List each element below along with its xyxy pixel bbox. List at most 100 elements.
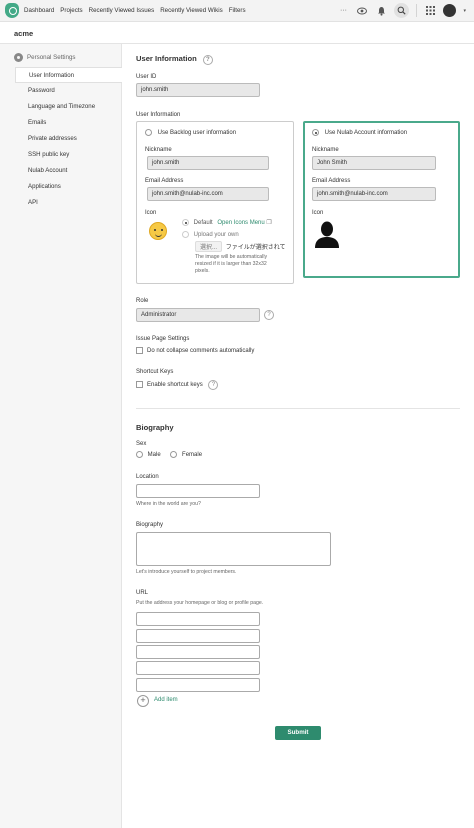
sidebar-item-ssh-key[interactable]: SSH public key bbox=[15, 147, 122, 163]
more-icon[interactable]: ··· bbox=[337, 4, 349, 18]
issue-page-settings-label: Issue Page Settings bbox=[136, 336, 190, 342]
upload-own-radio[interactable] bbox=[182, 231, 189, 238]
backlog-nickname-label: Nickname bbox=[145, 147, 172, 153]
settings-sidebar: Personal Settings User Information Passw… bbox=[0, 44, 122, 828]
backlog-icon-label: Icon bbox=[145, 210, 157, 216]
default-icon-option[interactable]: Default Open Icons Menu ❐ bbox=[182, 219, 272, 226]
resize-note-line-3: pixels. bbox=[195, 268, 210, 274]
enable-shortcut-option[interactable]: Enable shortcut keys ? bbox=[136, 380, 219, 390]
space-header: acme bbox=[0, 22, 474, 44]
submit-button[interactable]: Submit bbox=[275, 726, 321, 740]
role-help-icon[interactable]: ? bbox=[264, 310, 274, 320]
biography-hint: Let's introduce yourself to project memb… bbox=[136, 569, 237, 575]
sidebar-item-password[interactable]: Password bbox=[15, 83, 122, 99]
sidebar-item-user-information[interactable]: User Information bbox=[15, 67, 122, 83]
backlog-nickname-field: john.smith bbox=[147, 156, 269, 170]
role-field: Administrator bbox=[136, 308, 260, 322]
sidebar-heading-label: Personal Settings bbox=[27, 54, 76, 61]
nulab-option-label: Use Nulab Account information bbox=[324, 130, 408, 137]
add-item-link[interactable]: Add item bbox=[154, 697, 178, 703]
location-input[interactable] bbox=[136, 484, 260, 498]
male-radio[interactable] bbox=[136, 451, 143, 458]
topbar-divider bbox=[416, 4, 418, 17]
nav-dashboard[interactable]: Dashboard bbox=[24, 7, 54, 14]
url-input-3[interactable] bbox=[136, 645, 260, 659]
watch-icon[interactable] bbox=[356, 4, 368, 18]
nulab-option[interactable]: Use Nulab Account information bbox=[312, 129, 407, 136]
main-nav: Dashboard Projects Recently Viewed Issue… bbox=[24, 7, 246, 14]
sidebar-item-applications[interactable]: Applications bbox=[15, 179, 122, 195]
default-icon-radio[interactable] bbox=[182, 219, 189, 226]
sidebar-item-nulab-account[interactable]: Nulab Account bbox=[15, 163, 122, 179]
url-input-1[interactable] bbox=[136, 612, 260, 626]
male-label: Male bbox=[147, 452, 161, 459]
shortcut-help-icon[interactable]: ? bbox=[208, 380, 219, 390]
chevron-down-icon[interactable]: ▾ bbox=[463, 8, 466, 14]
no-collapse-checkbox[interactable] bbox=[136, 347, 143, 354]
backlog-logo-icon[interactable] bbox=[5, 3, 19, 18]
no-collapse-label: Do not collapse comments automatically bbox=[147, 348, 255, 355]
sidebar-list: User Information Password Language and T… bbox=[15, 67, 122, 211]
sidebar-item-emails[interactable]: Emails bbox=[15, 115, 122, 131]
no-file-text: ファイルが選択されて bbox=[225, 245, 286, 251]
biography-textarea[interactable] bbox=[136, 532, 331, 566]
nav-filters[interactable]: Filters bbox=[229, 7, 246, 14]
plus-icon[interactable]: + bbox=[137, 695, 149, 707]
no-collapse-option[interactable]: Do not collapse comments automatically bbox=[136, 347, 254, 354]
backlog-option-radio[interactable] bbox=[145, 129, 152, 136]
page-title: User Information ? bbox=[136, 54, 213, 65]
resize-note-line-1: The image will be automatically bbox=[195, 254, 268, 260]
url-input-5[interactable] bbox=[136, 678, 260, 692]
choose-file-button[interactable]: 選択... bbox=[195, 241, 223, 252]
nulab-nickname-label: Nickname bbox=[312, 147, 339, 153]
nav-projects[interactable]: Projects bbox=[60, 7, 82, 14]
backlog-info-card[interactable]: Use Backlog user information Nickname jo… bbox=[136, 121, 294, 284]
sex-label: Sex bbox=[136, 441, 147, 447]
upload-own-label: Upload your own bbox=[193, 232, 239, 239]
nulab-email-field: john.smith@nulab-inc.com bbox=[312, 187, 436, 201]
file-chooser[interactable]: 選択... ファイルが選択されて bbox=[195, 241, 286, 252]
sidebar-item-language-timezone[interactable]: Language and Timezone bbox=[15, 99, 122, 115]
avatar-icon[interactable] bbox=[443, 4, 457, 17]
nulab-icon-label: Icon bbox=[312, 210, 324, 216]
sidebar-heading: Personal Settings bbox=[14, 53, 76, 62]
female-label: Female bbox=[182, 452, 203, 459]
topbar-actions: ··· ▾ bbox=[337, 3, 466, 18]
location-label: Location bbox=[136, 474, 159, 480]
enable-shortcut-checkbox[interactable] bbox=[136, 380, 143, 388]
resize-note-line-2: resized if it is larger than 32x32 bbox=[195, 261, 267, 267]
help-icon[interactable]: ? bbox=[202, 55, 213, 65]
bell-icon[interactable] bbox=[375, 4, 387, 18]
female-radio[interactable] bbox=[170, 451, 178, 458]
nulab-email-label: Email Address bbox=[312, 178, 351, 184]
nulab-option-radio[interactable] bbox=[312, 129, 319, 136]
backlog-email-label: Email Address bbox=[145, 178, 184, 184]
upload-own-option[interactable]: Upload your own bbox=[182, 231, 239, 238]
user-id-label: User ID bbox=[136, 74, 157, 80]
apps-grid-icon[interactable] bbox=[424, 4, 436, 18]
nulab-nickname-field: John Smith bbox=[312, 156, 436, 170]
backlog-email-field: john.smith@nulab-inc.com bbox=[147, 187, 269, 201]
url-input-2[interactable] bbox=[136, 629, 260, 643]
space-name[interactable]: acme bbox=[14, 29, 33, 38]
smiley-icon bbox=[149, 222, 167, 240]
window-icon: ❐ bbox=[266, 220, 272, 227]
nulab-info-card[interactable]: Use Nulab Account information Nickname J… bbox=[303, 121, 460, 278]
gear-icon bbox=[14, 53, 23, 62]
nav-recent-issues[interactable]: Recently Viewed Issues bbox=[89, 7, 155, 14]
page-title-text: User Information bbox=[136, 54, 197, 63]
shortcut-keys-label: Shortcut Keys bbox=[136, 369, 174, 375]
search-icon[interactable] bbox=[394, 3, 410, 18]
location-hint: Where in the world are you? bbox=[136, 501, 201, 507]
user-id-field: john.smith bbox=[136, 83, 260, 97]
nav-recent-wikis[interactable]: Recently Viewed Wikis bbox=[160, 7, 222, 14]
backlog-option[interactable]: Use Backlog user information bbox=[145, 129, 236, 136]
user-information-label: User Information bbox=[136, 112, 181, 118]
url-input-4[interactable] bbox=[136, 661, 260, 675]
sidebar-item-api[interactable]: API bbox=[15, 195, 122, 211]
biography-label: Biography bbox=[136, 522, 164, 528]
sex-options: Male Female bbox=[136, 451, 202, 458]
sidebar-item-private-addresses[interactable]: Private addresses bbox=[15, 131, 122, 147]
default-icon-label: Default bbox=[193, 220, 213, 227]
open-icons-menu-link[interactable]: Open Icons Menu bbox=[217, 220, 264, 226]
